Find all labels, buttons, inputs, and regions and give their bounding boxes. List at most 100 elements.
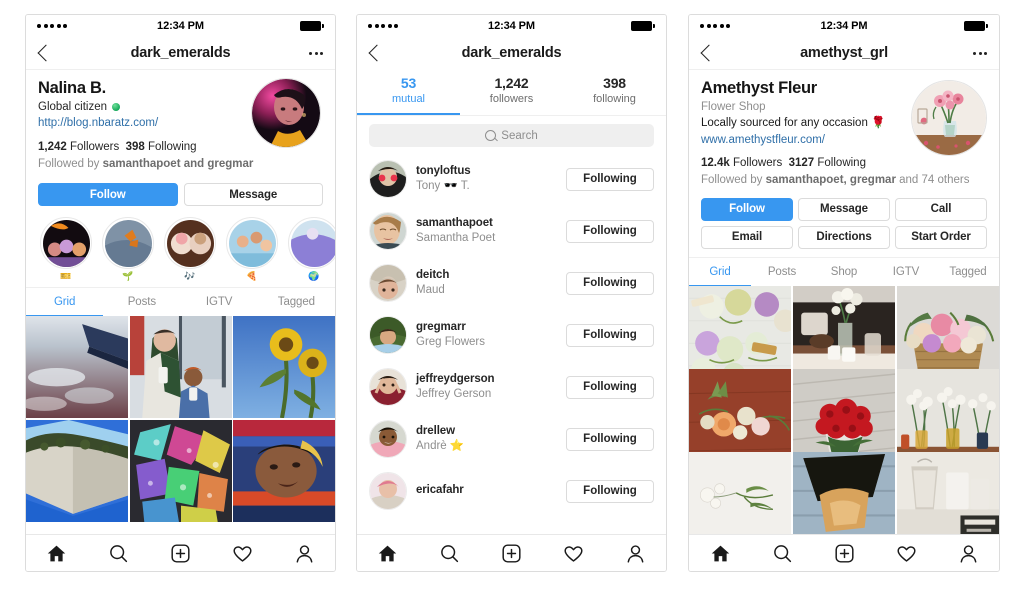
email-button[interactable]: Email (701, 225, 793, 249)
call-button[interactable]: Call (895, 197, 987, 221)
following-button[interactable]: Following (566, 219, 654, 243)
tab-activity[interactable] (896, 543, 917, 564)
status-bar: 12:34 PM (689, 15, 999, 37)
story-highlight[interactable]: 🎫 (40, 217, 92, 281)
segment-followers[interactable]: 1,242 followers (460, 69, 563, 115)
tab-shop[interactable]: Shop (813, 258, 875, 286)
tab-home[interactable] (377, 543, 398, 564)
photo-grid (26, 316, 335, 534)
avatar[interactable] (369, 160, 407, 199)
followed-by-text: Followed by samanthapoet and gregmar (38, 156, 323, 173)
tab-search[interactable] (108, 543, 129, 564)
following-button[interactable]: Following (566, 479, 654, 503)
tab-search[interactable] (439, 543, 460, 564)
following-count: 398 (125, 140, 145, 153)
tab-tagged[interactable]: Tagged (258, 288, 335, 316)
tab-igtv[interactable]: IGTV (875, 258, 937, 286)
tab-profile[interactable] (294, 543, 315, 564)
avatar-image (252, 79, 320, 147)
following-label: Following (817, 157, 866, 170)
segmented-control: 53 mutual 1,242 followers 398 following (357, 69, 666, 117)
story-highlight[interactable]: 🌍 (288, 217, 335, 281)
grid-photo[interactable] (233, 419, 335, 522)
grid-photo[interactable] (129, 316, 232, 419)
following-button[interactable]: Following (566, 375, 654, 399)
grid-photo[interactable] (129, 419, 232, 522)
following-button[interactable]: Following (566, 323, 654, 347)
fullname: Maud (416, 284, 445, 297)
tab-tagged[interactable]: Tagged (937, 258, 999, 286)
story-highlights-tray[interactable]: 🎫 🌱 🎶 🍕 🌍 (26, 206, 335, 287)
list-item[interactable]: tonyloftus Tony 🕶️ T. Following (357, 153, 666, 205)
profile-stats: 12.4k Followers 3127 Following (701, 155, 987, 172)
tab-profile[interactable] (958, 543, 979, 564)
avatar[interactable] (369, 420, 407, 459)
tab-add-post[interactable] (834, 543, 855, 564)
avatar[interactable] (911, 80, 987, 156)
follow-button[interactable]: Follow (701, 197, 793, 221)
photo-wrapped-bouquet-blue-wood (792, 452, 896, 534)
followed-by-names[interactable]: samanthapoet, gregmar (766, 174, 896, 186)
tab-add-post[interactable] (501, 543, 522, 564)
grid-photo[interactable] (792, 452, 896, 534)
story-highlight[interactable]: 🌱 (102, 217, 154, 281)
list-item[interactable]: drellew Andrè ⭐ Following (357, 413, 666, 465)
grid-photo[interactable] (26, 419, 128, 522)
user-info: tonyloftus Tony 🕶️ T. (416, 164, 557, 195)
grid-photo[interactable] (233, 316, 335, 419)
tab-igtv[interactable]: IGTV (181, 288, 258, 316)
grid-photo[interactable] (689, 452, 792, 534)
highlight-thumb-butterfly-denim (104, 219, 152, 267)
add-post-icon (171, 543, 190, 563)
follow-button[interactable]: Follow (38, 183, 178, 207)
avatar[interactable] (369, 368, 407, 407)
tab-posts[interactable]: Posts (103, 288, 180, 316)
tab-add-post[interactable] (170, 543, 191, 564)
tab-grid[interactable]: Grid (689, 258, 751, 286)
following-button[interactable]: Following (566, 271, 654, 295)
photo-vases-with-sign (896, 452, 999, 534)
photo-striped-shirt-portrait (233, 419, 335, 522)
avatar[interactable] (251, 78, 321, 148)
list-item[interactable]: ericafahr Following (357, 465, 666, 517)
message-button[interactable]: Message (183, 183, 323, 207)
highlight-thumb-pool (228, 219, 276, 267)
followed-by-names[interactable]: samanthapoet and gregmar (103, 158, 254, 170)
grid-photo[interactable] (896, 452, 999, 534)
avatar[interactable] (369, 212, 407, 251)
directions-button[interactable]: Directions (798, 225, 890, 249)
following-button[interactable]: Following (566, 427, 654, 451)
list-item[interactable]: samanthapoet Samantha Poet Following (357, 205, 666, 257)
more-options-icon[interactable] (973, 51, 987, 55)
avatar-image (370, 161, 406, 198)
start-order-button[interactable]: Start Order (895, 225, 987, 249)
avatar[interactable] (369, 472, 407, 511)
segment-mutual[interactable]: 53 mutual (357, 69, 460, 116)
avatar[interactable] (369, 264, 407, 303)
heart-icon (896, 545, 916, 562)
tab-posts[interactable]: Posts (751, 258, 813, 286)
search-input[interactable]: Search (369, 124, 654, 148)
story-highlight[interactable]: 🎶 (164, 217, 216, 281)
user-info: jeffreydgerson Jeffrey Gerson (416, 372, 557, 403)
tab-activity[interactable] (232, 543, 253, 564)
list-item[interactable]: gregmarr Greg Flowers Following (357, 309, 666, 361)
list-item[interactable]: deitch Maud Following (357, 257, 666, 309)
more-options-icon[interactable] (309, 51, 323, 55)
story-highlight[interactable]: 🍕 (226, 217, 278, 281)
following-button[interactable]: Following (566, 167, 654, 191)
avatar[interactable] (369, 316, 407, 355)
tab-profile[interactable] (625, 543, 646, 564)
list-item[interactable]: jeffreydgerson Jeffrey Gerson Following (357, 361, 666, 413)
tab-grid[interactable]: Grid (26, 288, 104, 317)
segment-following[interactable]: 398 following (563, 69, 666, 115)
user-list[interactable]: tonyloftus Tony 🕶️ T. Following samantha… (357, 153, 666, 534)
tab-home[interactable] (46, 543, 67, 564)
tab-activity[interactable] (563, 543, 584, 564)
profile-action-buttons: Follow Message (26, 173, 335, 207)
nav-bar: dark_emeralds (26, 37, 335, 70)
message-button[interactable]: Message (798, 197, 890, 221)
grid-photo[interactable] (26, 316, 128, 419)
tab-search[interactable] (772, 543, 793, 564)
tab-home[interactable] (710, 543, 731, 564)
